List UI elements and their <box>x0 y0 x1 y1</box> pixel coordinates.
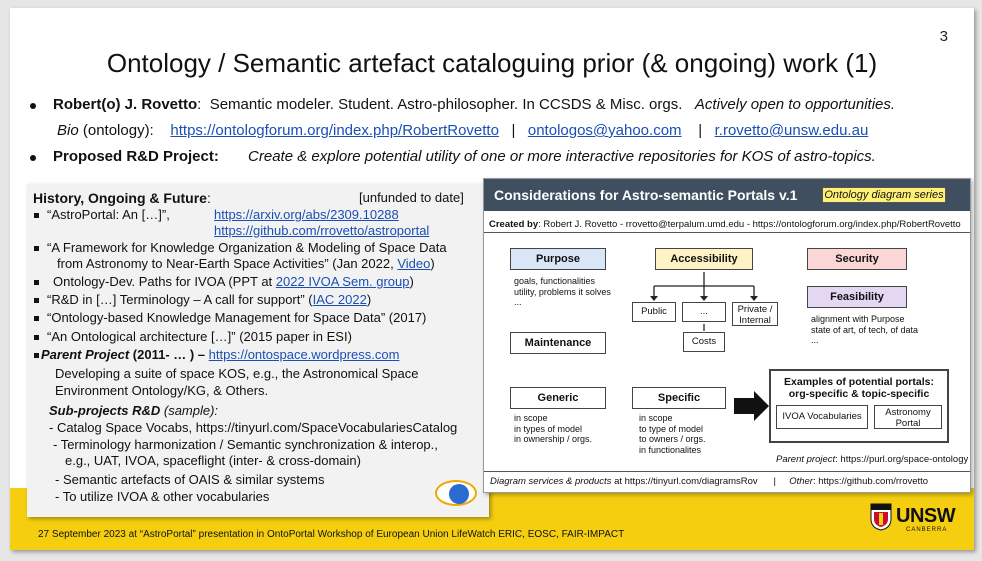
history-item-terminology: “R&D in […] Terminology – A call for sup… <box>47 292 372 307</box>
parent-desc-2: Environment Ontology/KG, & Others. <box>55 383 269 398</box>
slide-title: Ontology / Semantic artefact cataloguing… <box>106 48 878 78</box>
generic-items: in scope in types of model in ownership … <box>514 413 593 444</box>
slide: 3 Ontology / Semantic artefact catalogui… <box>10 8 974 550</box>
history-item-ontological-arch: “An Ontological architecture […]” (2015 … <box>47 329 352 344</box>
history-item-framework: “A Framework for Knowledge Organization … <box>47 240 447 255</box>
bio-label: Bio <box>57 122 79 139</box>
open-to-opportunities: Actively open to opportunities. <box>694 96 896 113</box>
sub-project-ivoa: - To utilize IVOA & other vocabularies <box>55 489 270 504</box>
history-item-astroportal: “AstroPortal: An […]”, <box>47 207 170 222</box>
list-bullet <box>34 280 39 285</box>
list-bullet <box>34 213 39 218</box>
ontolog-forum-link[interactable]: https://ontologforum.org/index.php/Rober… <box>170 122 499 139</box>
list-bullet <box>34 246 39 251</box>
sub-project-catalog: - Catalog Space Vocabs, https://tinyurl.… <box>49 420 458 435</box>
feasibility-box: Feasibility <box>807 286 907 308</box>
sub-project-harmonization-cont: e.g., UAT, IVOA, spaceflight (inter- & c… <box>65 453 361 468</box>
portals-diagram: Considerations for Astro-semantic Portal… <box>483 178 971 493</box>
list-bullet <box>34 353 39 358</box>
bio-line: Bio (ontology): https://ontologforum.org… <box>57 122 869 139</box>
arxiv-link[interactable]: https://arxiv.org/abs/2309.10288 <box>214 207 399 222</box>
purpose-box: Purpose <box>510 248 606 270</box>
list-bullet <box>34 298 39 303</box>
list-bullet <box>34 335 39 340</box>
private-internal-box: Private / Internal <box>732 302 778 326</box>
public-box: Public <box>632 302 676 322</box>
page-number: 3 <box>939 28 948 45</box>
list-bullet <box>34 316 39 321</box>
specific-items: in scope to type of model to owners / or… <box>639 413 706 455</box>
other-access-box: ... <box>682 302 726 322</box>
parent-desc-1: Developing a suite of space KOS, e.g., t… <box>55 366 419 381</box>
project-line: Proposed R&D Project: Create & explore p… <box>53 148 876 165</box>
history-item-framework-cont: from Astronomy to Near-Earth Space Activ… <box>57 256 435 271</box>
bullet-dot <box>30 155 36 161</box>
author-desc: Semantic modeler. Student. Astro-philoso… <box>209 96 683 113</box>
parent-project-note: Parent project: https://purl.org/space-o… <box>776 454 969 465</box>
feasibility-items: alignment with Purpose state of art, of … <box>811 314 919 345</box>
parent-project-line: Parent Project (2011- … ) – https://onto… <box>41 347 400 362</box>
unfunded-note: [unfunded to date] <box>359 190 464 205</box>
maintenance-box: Maintenance <box>510 332 606 354</box>
accessibility-box: Accessibility <box>655 248 753 270</box>
purpose-items: goals, functionalities utility, problems… <box>514 276 611 307</box>
github-astroportal-link[interactable]: https://github.com/rrovetto/astroportal <box>214 223 429 238</box>
yahoo-email-link[interactable]: ontologos@yahoo.com <box>528 122 682 139</box>
diagram-footer-divider <box>484 471 970 472</box>
unsw-logo-sub: CANBERRA <box>906 527 948 533</box>
astroportal-logo-dot <box>449 484 469 504</box>
unsw-crest-icon <box>870 503 892 531</box>
author-line: Robert(o) J. Rovetto: Semantic modeler. … <box>53 96 896 113</box>
unsw-logo: UNSW <box>896 505 956 527</box>
project-text: Create & explore potential utility of on… <box>248 148 876 165</box>
sub-project-oais: - Semantic artefacts of OAIS & similar s… <box>55 472 325 487</box>
sub-project-harmonization: - Terminology harmonization / Semantic s… <box>53 437 438 452</box>
footer-text: 27 September 2023 at “AstroPortal” prese… <box>38 529 625 540</box>
generic-box: Generic <box>510 387 606 409</box>
history-item-knowledge-mgmt: “Ontology-based Knowledge Management for… <box>47 310 427 325</box>
unsw-email-link[interactable]: r.rovetto@unsw.edu.au <box>715 122 869 139</box>
specific-box: Specific <box>632 387 726 409</box>
sub-projects-heading: Sub-projects R&D (sample): <box>49 403 219 418</box>
ontospace-link[interactable]: https://ontospace.wordpress.com <box>209 347 400 362</box>
diagram-footer: Diagram services & products at https://t… <box>490 476 929 487</box>
security-box: Security <box>807 248 907 270</box>
bullet-dot <box>30 103 36 109</box>
ivoa-vocabularies-box: IVOA Vocabularies <box>776 405 868 429</box>
astronomy-portal-box: Astronomy Portal <box>874 405 942 429</box>
author-name: Robert(o) J. Rovetto <box>53 96 198 113</box>
history-panel: History, Ongoing & Future: [unfunded to … <box>27 184 489 517</box>
iac-2022-link[interactable]: IAC 2022 <box>313 292 367 307</box>
ivoa-sem-group-link[interactable]: 2022 IVOA Sem. group <box>276 274 410 289</box>
history-item-ivoa-paths: Ontology-Dev. Paths for IVOA (PPT at 202… <box>53 274 414 289</box>
costs-box: Costs <box>683 332 725 352</box>
video-link[interactable]: Video <box>397 256 430 271</box>
project-label: Proposed R&D Project: <box>53 148 219 165</box>
history-heading: History, Ongoing & Future: <box>33 190 211 206</box>
